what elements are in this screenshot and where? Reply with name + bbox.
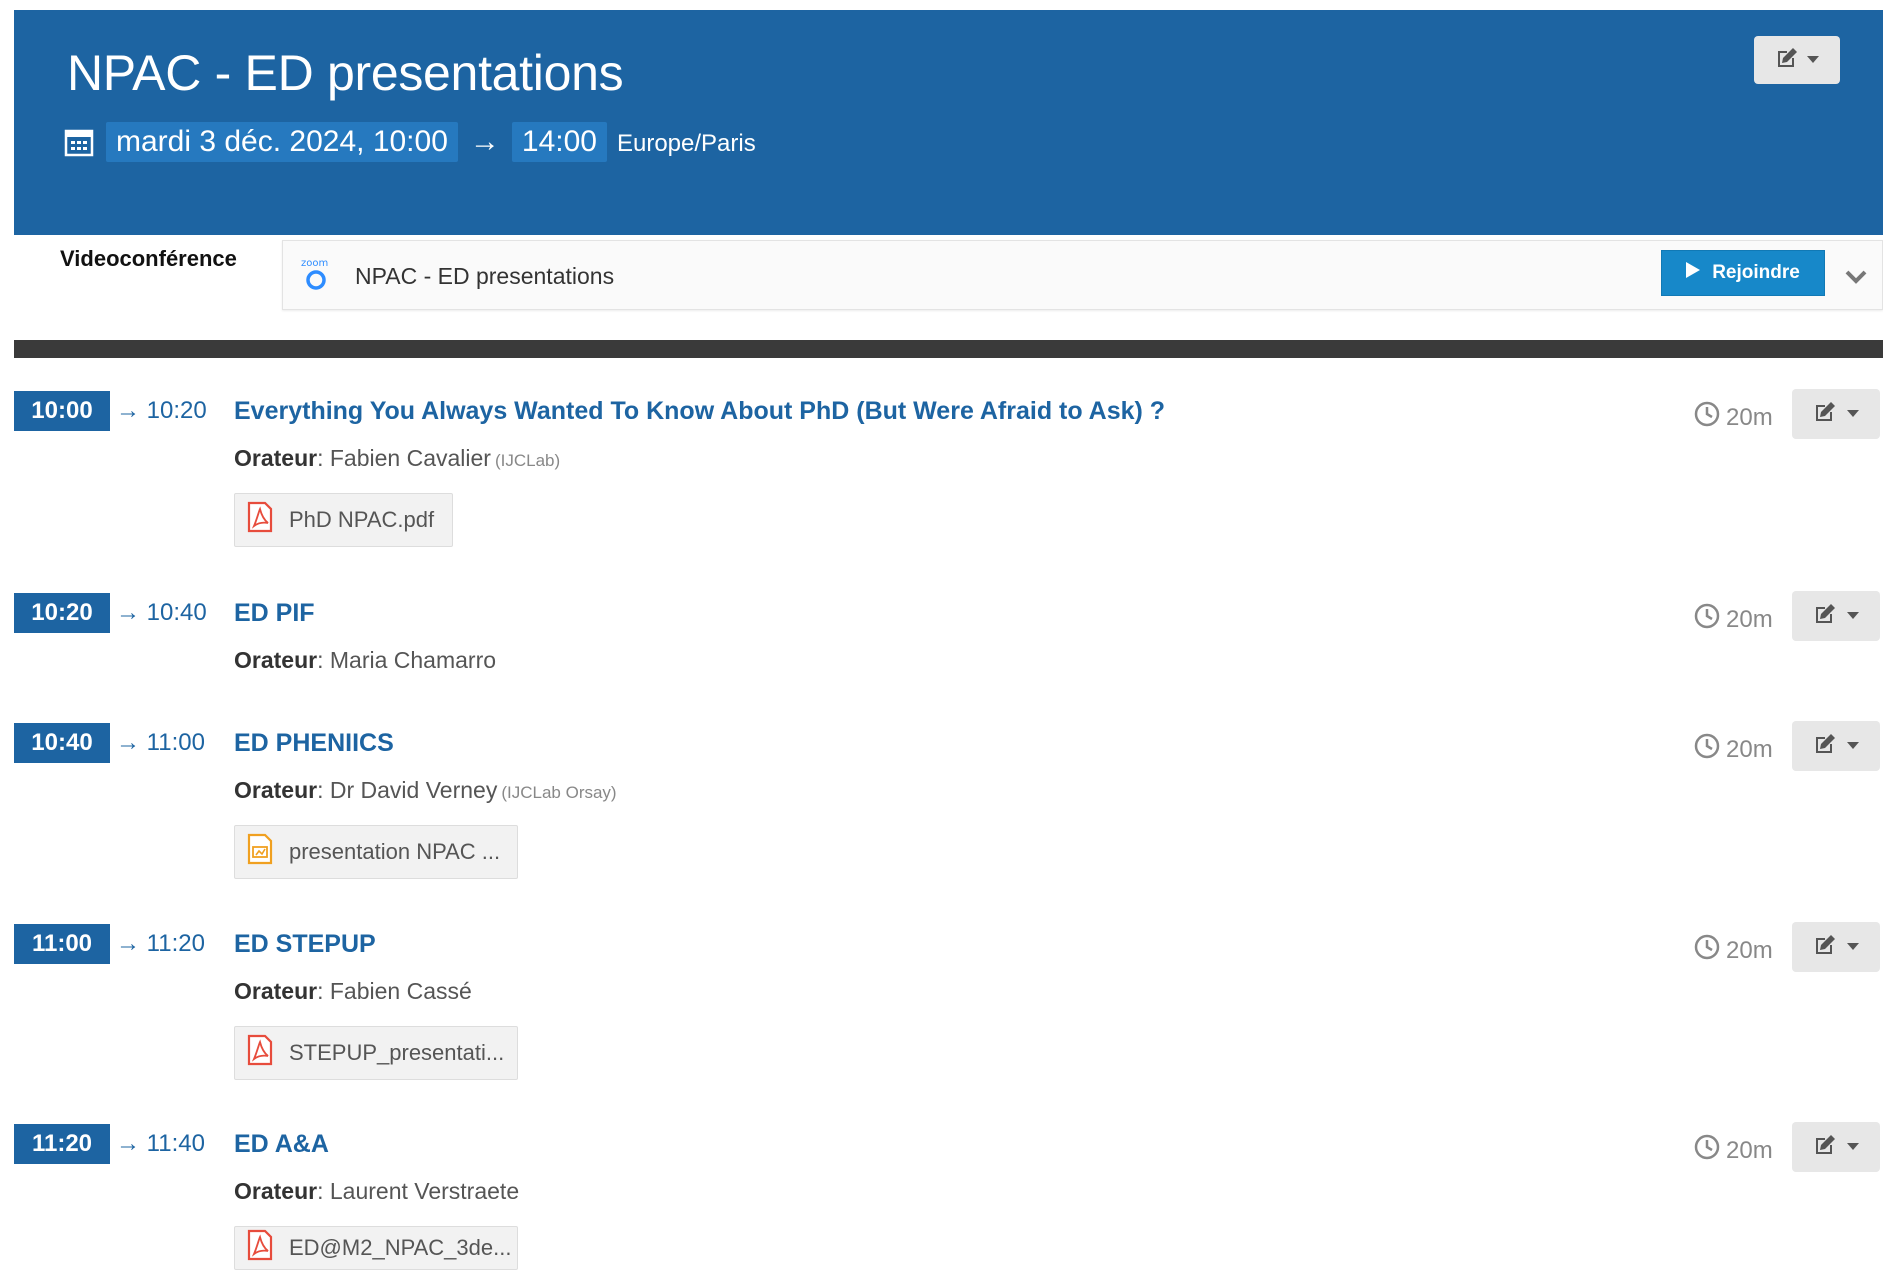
- edit-icon: [1813, 400, 1837, 429]
- contribution-edit-menu-button[interactable]: [1792, 721, 1880, 771]
- join-button-label: Rejoindre: [1712, 262, 1800, 283]
- speaker-name: Laurent Verstraete: [329, 1178, 520, 1204]
- event-end-time: 14:00: [511, 122, 607, 162]
- page-title: NPAC - ED presentations: [67, 45, 624, 101]
- speaker-label: Orateur: [234, 647, 318, 673]
- speaker-name: Dr David Verney: [329, 777, 498, 803]
- speaker-label: Orateur: [234, 978, 318, 1004]
- videoconference-label: Videoconférence: [60, 246, 237, 271]
- contribution-speaker: Orateur: Dr David Verney (IJCLab Orsay): [234, 777, 617, 803]
- contribution-speaker: Orateur: Fabien Cavalier (IJCLab): [234, 445, 561, 471]
- contribution-start-time: 11:00: [14, 924, 110, 964]
- caret-down-icon: [1847, 607, 1859, 625]
- contribution-edit-menu-button[interactable]: [1792, 591, 1880, 641]
- contribution-duration: 20m: [1694, 1134, 1773, 1167]
- caret-down-icon: [1847, 1138, 1859, 1156]
- contribution-title[interactable]: ED PHENIICS: [234, 729, 394, 758]
- contribution-end-time: → 10:20: [116, 397, 207, 424]
- caret-down-icon: [1847, 405, 1859, 423]
- speaker-name: Fabien Cassé: [329, 978, 472, 1004]
- contribution-duration: 20m: [1694, 603, 1773, 636]
- event-date-range: mardi 3 déc. 2024, 10:00 → 14:00 Europe/…: [64, 122, 756, 162]
- contribution-title[interactable]: ED STEPUP: [234, 930, 376, 959]
- contribution-duration: 20m: [1694, 934, 1773, 967]
- speaker-label: Orateur: [234, 1178, 318, 1204]
- contribution-duration: 20m: [1694, 401, 1773, 434]
- date-arrow: →: [469, 125, 500, 158]
- attachment-name: STEPUP_presentati...: [289, 1040, 505, 1065]
- caret-down-icon: [1807, 51, 1819, 69]
- edit-icon: [1775, 46, 1799, 75]
- join-button[interactable]: Rejoindre: [1661, 250, 1825, 296]
- presentation-file-icon: [245, 833, 275, 871]
- contribution-edit-menu-button[interactable]: [1792, 922, 1880, 972]
- caret-down-icon: [1847, 938, 1859, 956]
- contribution-end-time: → 11:00: [116, 729, 205, 756]
- clock-icon: [1694, 934, 1720, 967]
- edit-icon: [1813, 732, 1837, 761]
- contribution-speaker: Orateur: Maria Chamarro: [234, 647, 497, 673]
- edit-icon: [1813, 602, 1837, 631]
- contribution-edit-menu-button[interactable]: [1792, 389, 1880, 439]
- calendar-icon: [64, 127, 94, 157]
- contribution-edit-menu-button[interactable]: [1792, 1122, 1880, 1172]
- contribution-title[interactable]: ED A&A: [234, 1130, 329, 1159]
- clock-icon: [1694, 733, 1720, 766]
- zoom-logo-icon: zoom: [299, 255, 339, 295]
- contribution-end-time: → 11:20: [116, 930, 205, 957]
- contribution-title[interactable]: ED PIF: [234, 599, 315, 628]
- pdf-file-icon: [245, 501, 275, 539]
- speaker-name: Maria Chamarro: [329, 647, 497, 673]
- speaker-name: Fabien Cavalier: [329, 445, 491, 471]
- svg-text:zoom: zoom: [301, 258, 328, 269]
- event-header: NPAC - ED presentations mardi 3 déc. 202…: [14, 10, 1883, 235]
- event-timezone: Europe/Paris: [616, 130, 756, 157]
- clock-icon: [1694, 401, 1720, 434]
- speaker-label: Orateur: [234, 777, 318, 803]
- clock-icon: [1694, 603, 1720, 636]
- caret-down-icon: [1847, 737, 1859, 755]
- speaker-affiliation: (IJCLab Orsay): [501, 783, 617, 802]
- attachment-name: PhD NPAC.pdf: [289, 507, 435, 532]
- play-icon: [1686, 262, 1701, 284]
- attachment-button[interactable]: ED@M2_NPAC_3de...: [234, 1226, 518, 1270]
- pdf-file-icon: [245, 1229, 275, 1267]
- contribution-title[interactable]: Everything You Always Wanted To Know Abo…: [234, 397, 1165, 426]
- attachment-name: presentation NPAC ...: [289, 839, 501, 864]
- contribution-end-time: → 10:40: [116, 599, 207, 626]
- attachment-button[interactable]: presentation NPAC ...: [234, 825, 518, 879]
- pdf-file-icon: [245, 1034, 275, 1072]
- event-edit-menu-button[interactable]: [1754, 36, 1840, 84]
- edit-icon: [1813, 933, 1837, 962]
- videoconference-room-title: NPAC - ED presentations: [355, 263, 615, 289]
- chevron-down-icon[interactable]: [1841, 261, 1871, 291]
- speaker-label: Orateur: [234, 445, 318, 471]
- contribution-start-time: 11:20: [14, 1124, 110, 1164]
- speaker-affiliation: (IJCLab): [494, 451, 561, 470]
- attachment-button[interactable]: STEPUP_presentati...: [234, 1026, 518, 1080]
- videoconference-room: zoom NPAC - ED presentations Rejoindre: [282, 240, 1883, 310]
- event-start-date: mardi 3 déc. 2024, 10:00: [106, 122, 458, 162]
- contribution-duration: 20m: [1694, 733, 1773, 766]
- clock-icon: [1694, 1134, 1720, 1167]
- contribution-start-time: 10:40: [14, 723, 110, 763]
- timetable-divider: [14, 340, 1883, 358]
- edit-icon: [1813, 1133, 1837, 1162]
- attachment-button[interactable]: PhD NPAC.pdf: [234, 493, 454, 547]
- contribution-end-time: → 11:40: [116, 1130, 205, 1157]
- contribution-start-time: 10:00: [14, 391, 110, 431]
- attachment-name: ED@M2_NPAC_3de...: [289, 1235, 512, 1260]
- contribution-speaker: Orateur: Fabien Cassé: [234, 978, 472, 1004]
- contribution-start-time: 10:20: [14, 593, 110, 633]
- contribution-speaker: Orateur: Laurent Verstraete: [234, 1178, 520, 1204]
